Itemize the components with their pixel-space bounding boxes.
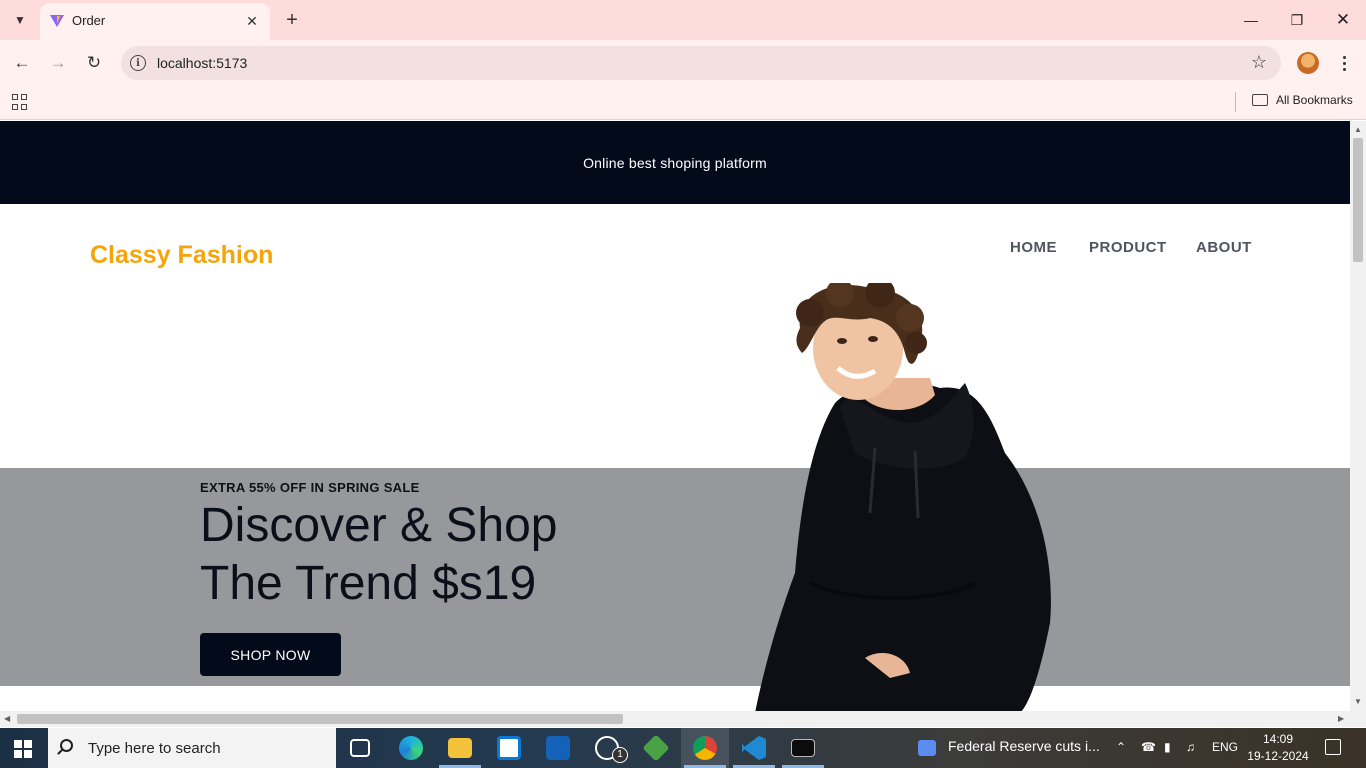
tray-expand-icon[interactable]: ⌃ [1116,740,1126,754]
terminal-icon[interactable] [791,739,815,757]
scroll-up-arrow-icon[interactable]: ▲ [1354,125,1362,134]
hero-eyebrow: EXTRA 55% OFF IN SPRING SALE [200,480,420,495]
vertical-scrollbar[interactable]: ▲ ▼ [1350,121,1366,711]
browser-tab[interactable]: Order ✕ [40,3,270,40]
windows-taskbar: Type here to search 1 Federal Reserve cu… [0,728,1366,768]
file-explorer-icon[interactable] [448,738,472,758]
hero-title: Discover & Shop The Trend $s19 [200,497,720,613]
address-bar[interactable]: i localhost:5173 ☆ [121,46,1281,80]
hero-title-line2: The Trend $s19 [200,557,537,610]
announcement-bar: Online best shoping platform [0,121,1350,204]
notification-icon[interactable] [1325,739,1341,755]
hero-title-line1: Discover & Shop [200,499,558,552]
whatsapp-badge: 1 [612,747,628,763]
taskbar-clock[interactable]: 14:09 19-12-2024 [1244,731,1312,765]
node-icon[interactable] [642,734,670,762]
nav-about[interactable]: ABOUT [1196,239,1252,256]
taskbar-search-placeholder[interactable]: Type here to search [88,740,221,757]
minimize-icon[interactable]: — [1239,8,1263,32]
scroll-right-arrow-icon[interactable]: ▶ [1338,714,1344,723]
url-text[interactable]: localhost:5173 [157,55,247,71]
horizontal-scrollbar[interactable]: ◀ ▶ [0,711,1350,727]
browser-tab-bar: ▼ Order ✕ + — ❐ ✕ [0,0,1366,40]
scrollbar-corner [1350,711,1366,727]
apps-grid-icon[interactable] [12,94,28,110]
scroll-down-arrow-icon[interactable]: ▼ [1354,697,1362,706]
nav-product[interactable]: PRODUCT [1089,239,1167,256]
browser-toolbar: ← → ↻ i localhost:5173 ☆ [0,40,1366,86]
wifi-icon[interactable]: ☎ [1141,740,1156,754]
site-info-icon[interactable]: i [130,55,146,71]
volume-icon[interactable]: ♫ [1186,740,1195,754]
vertical-scroll-thumb[interactable] [1353,138,1363,262]
news-widget-icon[interactable] [918,740,936,756]
outlook-icon[interactable] [546,736,570,760]
vscode-icon[interactable] [742,736,766,760]
all-bookmarks-link[interactable]: All Bookmarks [1276,93,1353,107]
bookmarks-divider [1235,92,1236,112]
reload-icon[interactable]: ↻ [82,51,106,75]
tab-close-icon[interactable]: ✕ [242,11,262,31]
browser-menu-icon[interactable] [1334,52,1354,74]
bookmark-star-icon[interactable]: ☆ [1251,52,1267,73]
new-tab-icon[interactable]: + [280,8,304,32]
language-indicator[interactable]: ENG [1212,740,1238,754]
tab-title: Order [72,13,106,28]
tab-search-chevron-icon[interactable]: ▼ [6,6,34,34]
news-widget-text[interactable]: Federal Reserve cuts i... [948,738,1100,754]
store-icon[interactable] [497,736,521,760]
battery-icon[interactable]: ▮ [1164,740,1171,754]
folder-icon[interactable] [1252,94,1268,106]
back-icon[interactable]: ← [10,51,34,75]
close-window-icon[interactable]: ✕ [1331,8,1355,32]
profile-avatar[interactable] [1297,52,1319,74]
brand-logo[interactable]: Classy Fashion [90,241,273,270]
nav-home[interactable]: HOME [1010,239,1057,256]
shop-now-button[interactable]: SHOP NOW [200,633,341,676]
windows-start-icon[interactable] [14,740,32,758]
page-viewport: Online best shoping platform Classy Fash… [0,121,1350,711]
clock-time: 14:09 [1262,732,1294,746]
horizontal-scroll-thumb[interactable] [17,714,623,724]
vite-favicon-icon [50,15,64,27]
restore-icon[interactable]: ❐ [1285,8,1309,32]
hero-model-image [755,283,1051,711]
task-view-icon[interactable] [350,739,370,757]
chrome-icon[interactable] [693,736,717,760]
clock-date: 19-12-2024 [1247,749,1309,763]
taskbar-search[interactable]: Type here to search [48,728,336,768]
edge-icon[interactable] [399,736,423,760]
search-icon [60,739,73,752]
scroll-left-arrow-icon[interactable]: ◀ [4,714,10,723]
announcement-text: Online best shoping platform [583,154,767,171]
bookmarks-bar: All Bookmarks [0,86,1366,120]
forward-icon[interactable]: → [46,51,70,75]
